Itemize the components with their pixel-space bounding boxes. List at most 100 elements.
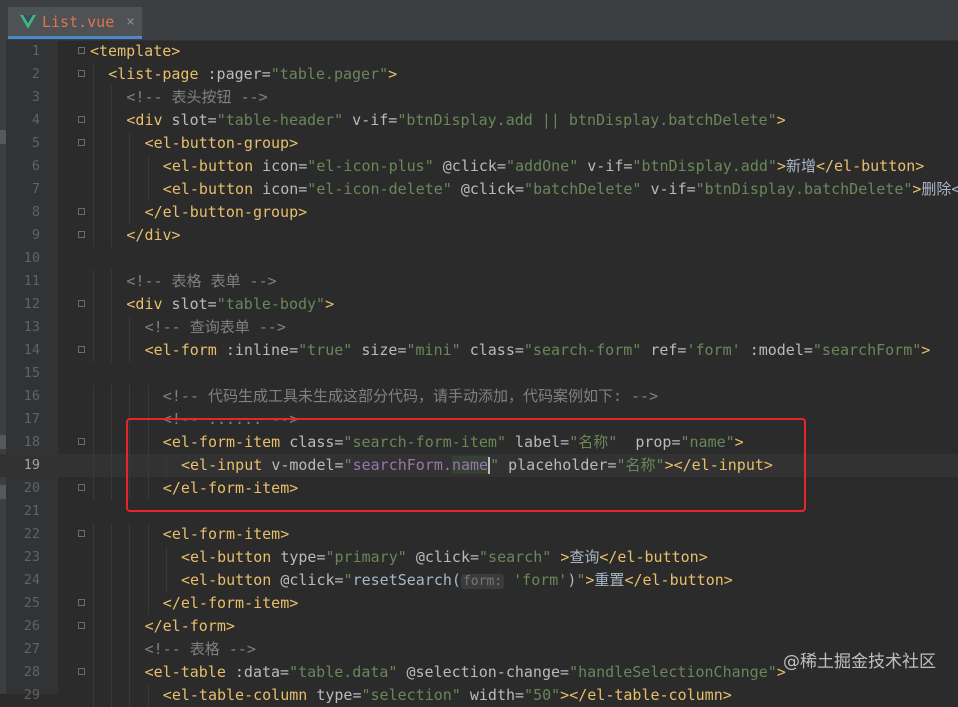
line-number: 25 (23, 595, 40, 611)
tab-list-vue[interactable]: List.vue × (8, 7, 142, 39)
code-line[interactable]: 22 <el-form-item> (0, 523, 958, 546)
fold-marker-icon[interactable] (78, 622, 85, 629)
fold-marker-icon[interactable] (78, 116, 85, 123)
code-text: </div> (126, 224, 180, 247)
code-text: <el-button @click="resetSearch(form: 'fo… (181, 569, 733, 593)
code-line[interactable]: 4 <div slot="table-header" v-if="btnDispl… (0, 109, 958, 132)
code-editor[interactable]: 1 <template> 2 <list-page :pager="table.pag… (0, 40, 958, 707)
code-text: </el-form> (145, 615, 235, 638)
code-line[interactable]: 25 </el-form-item> (0, 592, 958, 615)
indent-guide (129, 385, 131, 408)
code-line[interactable]: 11 <!-- 表格 表单 --> (0, 270, 958, 293)
indent-guide (147, 684, 149, 707)
fold-marker-icon[interactable] (78, 484, 85, 491)
close-tab-icon[interactable]: × (126, 14, 134, 30)
code-token: > (776, 157, 786, 175)
indent-guide (129, 569, 131, 592)
fold-marker-icon[interactable] (78, 346, 85, 353)
code-token: "primary" (325, 548, 416, 566)
indent-guide (111, 592, 113, 615)
indent-guide (93, 592, 94, 615)
code-line[interactable]: 14 <el-form :inline="true" size="mini" cl… (0, 339, 958, 362)
code-token: 'form' (504, 571, 568, 589)
fold-marker-icon[interactable] (78, 70, 85, 77)
code-line[interactable]: 15 (0, 362, 958, 385)
indent-guide (111, 339, 113, 362)
code-line[interactable]: 24 <el-button @click="resetSearch(form: '… (0, 569, 958, 592)
indent-guide (129, 132, 131, 155)
code-line[interactable]: 13 <!-- 查询表单 --> (0, 316, 958, 339)
code-line[interactable]: 6 <el-button icon="el-icon-plus" @click="… (0, 155, 958, 178)
indent-guide (111, 546, 113, 569)
code-token: :model= (749, 341, 813, 359)
code-token: </div> (126, 226, 181, 244)
fold-marker-icon[interactable] (78, 530, 85, 537)
code-line[interactable]: 10 (0, 247, 958, 270)
code-token: icon= (262, 180, 308, 198)
code-line[interactable]: 26 </el-form> (0, 615, 958, 638)
code-text: <!-- 表格 --> (145, 638, 256, 661)
indent-guide (111, 201, 113, 224)
code-token: <list-page (108, 65, 208, 83)
fold-marker-icon[interactable] (78, 668, 85, 675)
code-token: > (560, 548, 570, 566)
code-token: </el-button> (624, 571, 733, 589)
code-line[interactable]: 5 <el-button-group> (0, 132, 958, 155)
code-text: <template> (90, 40, 180, 63)
fold-marker-icon[interactable] (78, 139, 85, 146)
code-text: <!-- 表格 表单 --> (126, 270, 276, 293)
line-number: 5 (31, 135, 40, 151)
code-line[interactable]: 12 <div slot="table-body"> (0, 293, 958, 316)
code-token: <!-- 代码生成工具未生成这部分代码，请手动添加，代码案例如下: --> (162, 387, 659, 405)
code-token: 删除< (921, 180, 958, 198)
fold-marker-icon[interactable] (78, 599, 85, 606)
code-token: "handleSelectionChange" (569, 663, 777, 681)
code-token: v-if= (352, 111, 398, 129)
code-line[interactable]: 9 </div> (0, 224, 958, 247)
fold-marker-icon[interactable] (78, 208, 85, 215)
code-text: <div slot="table-header" v-if="btnDispla… (126, 109, 785, 132)
code-line[interactable]: 23 <el-button type="primary" @click="sear… (0, 546, 958, 569)
indent-guide (93, 408, 94, 431)
code-token: "btnDisplay.add" (632, 157, 777, 175)
code-token: class= (469, 341, 524, 359)
indent-guide (111, 661, 113, 684)
code-line[interactable]: 2 <list-page :pager="table.pager"> (0, 63, 958, 86)
code-token: </el-form-item> (162, 594, 299, 612)
code-token: "true" (298, 341, 362, 359)
code-line[interactable]: 7 <el-button icon="el-icon-delete" @click… (0, 178, 958, 201)
code-line[interactable]: 29 <el-table-column type="selection" widt… (0, 684, 958, 707)
code-token: v-if= (587, 157, 633, 175)
code-text: <el-table-column type="selection" width=… (163, 684, 732, 707)
code-line[interactable]: 1 <template> (0, 40, 958, 63)
line-number: 12 (23, 296, 40, 312)
code-token: 'form' (686, 341, 750, 359)
indent-guide (93, 155, 94, 178)
code-token: <el-button (162, 180, 263, 198)
code-text: <el-form-item> (163, 523, 289, 546)
code-token: resetSearch( (352, 571, 461, 589)
indent-guide (129, 546, 131, 569)
line-number: 26 (23, 618, 40, 634)
code-text: <!-- 表头按钮 --> (126, 86, 267, 109)
code-token: "addOne" (505, 157, 588, 175)
code-text: <el-form :inline="true" size="mini" clas… (145, 339, 931, 362)
line-number: 14 (23, 342, 40, 358)
code-token: @click= (460, 180, 525, 198)
code-token: "table.data" (289, 663, 407, 681)
fold-marker-icon[interactable] (78, 47, 85, 54)
watermark: @稀土掘金技术社区 (783, 652, 936, 672)
indent-guide (93, 615, 94, 638)
code-token: <!-- 表格 表单 --> (126, 272, 277, 290)
code-token: <el-table-column (162, 686, 317, 704)
code-token: "btnDisplay.batchDelete" (695, 180, 913, 198)
fold-marker-icon[interactable] (78, 300, 85, 307)
code-token: "mini" (406, 341, 470, 359)
code-line[interactable]: 16 <!-- 代码生成工具未生成这部分代码，请手动添加，代码案例如下: --> (0, 385, 958, 408)
fold-marker-icon[interactable] (78, 438, 85, 445)
code-line[interactable]: 8 </el-button-group> (0, 201, 958, 224)
line-number: 8 (31, 204, 40, 220)
code-line[interactable]: 3 <!-- 表头按钮 --> (0, 86, 958, 109)
line-number: 4 (31, 112, 40, 128)
fold-marker-icon[interactable] (78, 231, 85, 238)
